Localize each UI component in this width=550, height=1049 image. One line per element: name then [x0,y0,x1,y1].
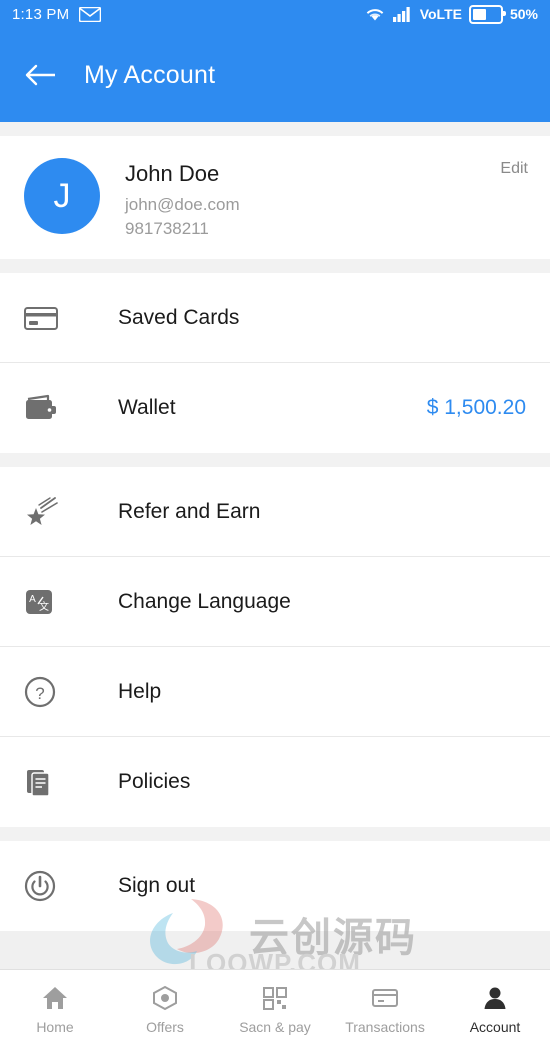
menu-item-policies[interactable]: Policies [0,737,550,827]
account-content: J John Doe john@doe.com 981738211 Edit S… [0,122,550,1049]
nav-item-home[interactable]: Home [0,985,110,1034]
wallet-icon [24,393,66,423]
menu-group-payment: Saved Cards Wallet $ 1,500.20 [0,273,550,453]
menu-item-refer-and-earn[interactable]: Refer and Earn [0,467,550,557]
nav-item-scan-and-pay[interactable]: Sacn & pay [220,985,330,1034]
section-divider [0,453,550,467]
signal-bars-icon [392,6,413,22]
profile-card: J John Doe john@doe.com 981738211 Edit [0,136,550,259]
network-type-label: VoLTE [419,6,462,22]
nav-label: Offers [146,1019,184,1035]
menu-item-label: Help [118,679,162,703]
profile-email: john@doe.com [125,195,240,214]
app-bar: My Account [0,28,550,122]
section-divider [0,259,550,273]
power-icon [24,870,66,902]
nav-item-offers[interactable]: Offers [110,985,220,1034]
nav-label: Sacn & pay [239,1019,311,1035]
menu-item-help[interactable]: ? Help [0,647,550,737]
bottom-navigation: Home Offers Sacn & pay Transactions Acco… [0,969,550,1049]
menu-item-label: Policies [118,770,191,793]
profile-phone: 981738211 [125,219,209,238]
status-bar-right: VoLTE 50% [364,4,538,24]
credit-card-icon [24,305,66,331]
document-icon [24,766,66,798]
page-title: My Account [84,60,216,89]
mail-icon [79,6,102,22]
menu-item-change-language[interactable]: A 文 Change Language [0,557,550,647]
transactions-icon [371,985,399,1014]
person-icon [481,985,509,1014]
menu-item-label: Wallet [118,396,176,419]
svg-text:?: ? [35,684,44,703]
section-divider [0,122,550,136]
menu-item-saved-cards[interactable]: Saved Cards [0,273,550,363]
status-clock: 1:13 PM [12,5,70,23]
menu-item-label: Change Language [118,589,291,613]
menu-group-general: Refer and Earn A 文 Change Language ? Hel… [0,467,550,827]
offers-tag-icon [151,985,179,1014]
battery-icon [468,4,506,24]
edit-profile-button[interactable]: Edit [500,160,528,178]
profile-name: John Doe [125,161,220,186]
svg-text:A: A [29,594,36,605]
menu-item-label: Sign out [118,874,196,897]
nav-label: Account [469,1019,521,1035]
menu-group-session: Sign out [0,841,550,931]
wallet-balance: $ 1,500.20 [426,396,526,419]
wifi-icon [364,6,386,22]
shooting-star-icon [24,496,66,527]
profile-info: John Doe john@doe.com 981738211 [125,158,240,239]
avatar: J [24,158,100,234]
nav-item-transactions[interactable]: Transactions [330,985,440,1034]
home-icon [41,985,69,1014]
menu-item-sign-out[interactable]: Sign out [0,841,550,931]
menu-item-label: Refer and Earn [118,499,261,523]
back-arrow-icon[interactable] [24,58,58,92]
question-mark-circle-icon: ? [24,676,66,708]
status-bar-left: 1:13 PM [12,5,102,23]
menu-item-wallet[interactable]: Wallet $ 1,500.20 [0,363,550,453]
svg-text:文: 文 [39,600,49,613]
nav-label: Transactions [345,1019,425,1035]
section-divider [0,827,550,841]
menu-item-label: Saved Cards [118,305,240,329]
nav-label: Home [36,1019,74,1035]
qr-scan-icon [261,985,289,1014]
battery-percent-label: 50% [509,6,538,22]
status-bar: 1:13 PM VoLTE 50% [0,0,550,28]
translate-icon: A 文 [24,587,66,617]
nav-item-account[interactable]: Account [440,985,550,1034]
